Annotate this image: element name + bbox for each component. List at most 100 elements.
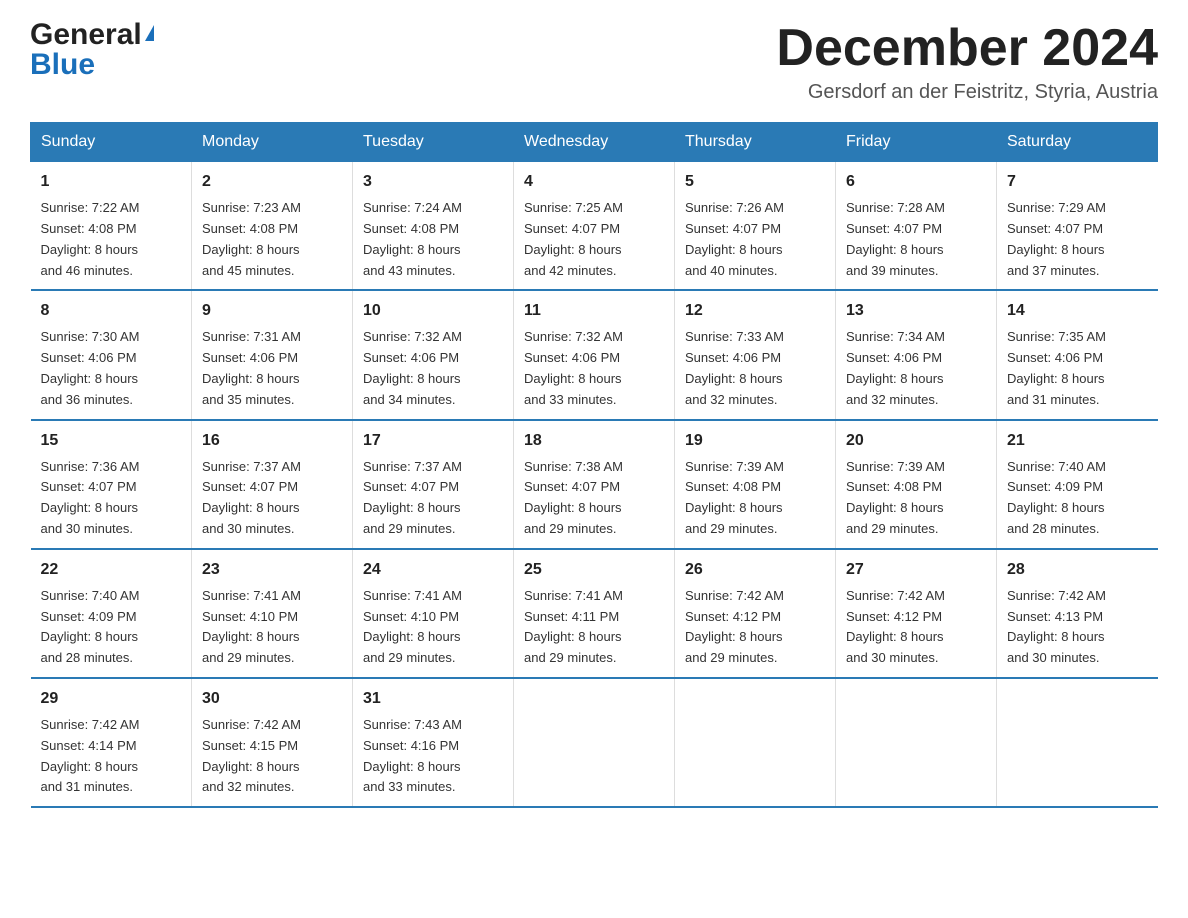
calendar-cell: 12 Sunrise: 7:33 AMSunset: 4:06 PMDayligh… [675,290,836,419]
day-info: Sunrise: 7:40 AMSunset: 4:09 PMDaylight:… [41,588,140,665]
day-number: 11 [524,299,664,323]
day-info: Sunrise: 7:41 AMSunset: 4:10 PMDaylight:… [363,588,462,665]
day-info: Sunrise: 7:37 AMSunset: 4:07 PMDaylight:… [202,459,301,536]
calendar-cell: 6Sunrise: 7:28 AMSunset: 4:07 PMDaylight… [836,162,997,291]
day-number: 7 [1007,170,1148,194]
calendar-cell: 7 Sunrise: 7:29 AMSunset: 4:07 PMDaylight… [997,162,1158,291]
calendar-cell: 9 Sunrise: 7:31 AMSunset: 4:06 PMDaylight… [192,290,353,419]
day-number: 20 [846,429,986,453]
day-info: Sunrise: 7:34 AMSunset: 4:06 PMDaylight:… [846,329,945,406]
day-info: Sunrise: 7:42 AMSunset: 4:13 PMDaylight:… [1007,588,1106,665]
day-number: 19 [685,429,825,453]
logo-line2: Blue [30,50,154,80]
month-title: December 2024 [776,20,1158,77]
calendar-week-row: 22 Sunrise: 7:40 AMSunset: 4:09 PMDayligh… [31,549,1158,678]
day-number: 1 [41,170,182,194]
calendar-cell: 18 Sunrise: 7:38 AMSunset: 4:07 PMDayligh… [514,420,675,549]
calendar-cell: 2Sunrise: 7:23 AMSunset: 4:08 PMDaylight… [192,162,353,291]
day-number: 22 [41,558,182,582]
day-info: Sunrise: 7:30 AMSunset: 4:06 PMDaylight:… [41,329,140,406]
calendar-cell [514,678,675,807]
day-number: 23 [202,558,342,582]
calendar-week-row: 15Sunrise: 7:36 AMSunset: 4:07 PMDayligh… [31,420,1158,549]
day-info: Sunrise: 7:29 AMSunset: 4:07 PMDaylight:… [1007,200,1106,277]
day-number: 9 [202,299,342,323]
day-number: 8 [41,299,182,323]
day-info: Sunrise: 7:31 AMSunset: 4:06 PMDaylight:… [202,329,301,406]
day-info: Sunrise: 7:23 AMSunset: 4:08 PMDaylight:… [202,200,301,277]
calendar-cell: 13Sunrise: 7:34 AMSunset: 4:06 PMDayligh… [836,290,997,419]
day-number: 26 [685,558,825,582]
day-number: 30 [202,687,342,711]
day-info: Sunrise: 7:38 AMSunset: 4:07 PMDaylight:… [524,459,623,536]
day-info: Sunrise: 7:33 AMSunset: 4:06 PMDaylight:… [685,329,784,406]
title-area: December 2024 Gersdorf an der Feistritz,… [776,20,1158,104]
column-header-friday: Friday [836,123,997,162]
column-header-thursday: Thursday [675,123,836,162]
day-info: Sunrise: 7:42 AMSunset: 4:12 PMDaylight:… [846,588,945,665]
calendar-cell: 27 Sunrise: 7:42 AMSunset: 4:12 PMDayligh… [836,549,997,678]
calendar-cell: 25 Sunrise: 7:41 AMSunset: 4:11 PMDayligh… [514,549,675,678]
calendar-header-row: SundayMondayTuesdayWednesdayThursdayFrid… [31,123,1158,162]
calendar-cell: 5 Sunrise: 7:26 AMSunset: 4:07 PMDaylight… [675,162,836,291]
day-info: Sunrise: 7:40 AMSunset: 4:09 PMDaylight:… [1007,459,1106,536]
day-info: Sunrise: 7:37 AMSunset: 4:07 PMDaylight:… [363,459,462,536]
calendar-week-row: 29Sunrise: 7:42 AMSunset: 4:14 PMDayligh… [31,678,1158,807]
day-info: Sunrise: 7:22 AMSunset: 4:08 PMDaylight:… [41,200,140,277]
calendar-cell: 10 Sunrise: 7:32 AMSunset: 4:06 PMDayligh… [353,290,514,419]
day-number: 29 [41,687,182,711]
calendar-cell: 29Sunrise: 7:42 AMSunset: 4:14 PMDayligh… [31,678,192,807]
day-number: 21 [1007,429,1148,453]
day-number: 3 [363,170,503,194]
day-number: 16 [202,429,342,453]
calendar-week-row: 1 Sunrise: 7:22 AMSunset: 4:08 PMDaylight… [31,162,1158,291]
calendar-cell: 23 Sunrise: 7:41 AMSunset: 4:10 PMDayligh… [192,549,353,678]
day-number: 12 [685,299,825,323]
calendar-cell: 8 Sunrise: 7:30 AMSunset: 4:06 PMDaylight… [31,290,192,419]
day-info: Sunrise: 7:35 AMSunset: 4:06 PMDaylight:… [1007,329,1106,406]
day-info: Sunrise: 7:32 AMSunset: 4:06 PMDaylight:… [363,329,462,406]
calendar-cell: 3 Sunrise: 7:24 AMSunset: 4:08 PMDaylight… [353,162,514,291]
day-info: Sunrise: 7:28 AMSunset: 4:07 PMDaylight:… [846,200,945,277]
calendar-cell: 21 Sunrise: 7:40 AMSunset: 4:09 PMDayligh… [997,420,1158,549]
day-info: Sunrise: 7:39 AMSunset: 4:08 PMDaylight:… [685,459,784,536]
day-info: Sunrise: 7:39 AMSunset: 4:08 PMDaylight:… [846,459,945,536]
calendar-cell [675,678,836,807]
calendar-cell: 28 Sunrise: 7:42 AMSunset: 4:13 PMDayligh… [997,549,1158,678]
day-info: Sunrise: 7:42 AMSunset: 4:12 PMDaylight:… [685,588,784,665]
calendar-table: SundayMondayTuesdayWednesdayThursdayFrid… [30,122,1158,808]
day-number: 27 [846,558,986,582]
day-info: Sunrise: 7:26 AMSunset: 4:07 PMDaylight:… [685,200,784,277]
day-info: Sunrise: 7:41 AMSunset: 4:10 PMDaylight:… [202,588,301,665]
page-header: General Blue December 2024 Gersdorf an d… [30,20,1158,104]
day-number: 4 [524,170,664,194]
column-header-sunday: Sunday [31,123,192,162]
day-info: Sunrise: 7:25 AMSunset: 4:07 PMDaylight:… [524,200,623,277]
day-info: Sunrise: 7:32 AMSunset: 4:06 PMDaylight:… [524,329,623,406]
day-number: 17 [363,429,503,453]
calendar-cell: 16 Sunrise: 7:37 AMSunset: 4:07 PMDayligh… [192,420,353,549]
location-subtitle: Gersdorf an der Feistritz, Styria, Austr… [776,81,1158,104]
calendar-cell [836,678,997,807]
day-number: 5 [685,170,825,194]
calendar-cell: 15Sunrise: 7:36 AMSunset: 4:07 PMDayligh… [31,420,192,549]
day-number: 15 [41,429,182,453]
logo-triangle-icon [145,25,154,41]
day-number: 25 [524,558,664,582]
day-info: Sunrise: 7:24 AMSunset: 4:08 PMDaylight:… [363,200,462,277]
calendar-cell: 30 Sunrise: 7:42 AMSunset: 4:15 PMDayligh… [192,678,353,807]
day-number: 18 [524,429,664,453]
day-info: Sunrise: 7:41 AMSunset: 4:11 PMDaylight:… [524,588,623,665]
calendar-cell: 1 Sunrise: 7:22 AMSunset: 4:08 PMDaylight… [31,162,192,291]
day-number: 10 [363,299,503,323]
day-number: 24 [363,558,503,582]
calendar-cell: 14 Sunrise: 7:35 AMSunset: 4:06 PMDayligh… [997,290,1158,419]
day-number: 14 [1007,299,1148,323]
day-number: 28 [1007,558,1148,582]
calendar-cell: 31Sunrise: 7:43 AMSunset: 4:16 PMDayligh… [353,678,514,807]
day-info: Sunrise: 7:43 AMSunset: 4:16 PMDaylight:… [363,717,462,794]
column-header-wednesday: Wednesday [514,123,675,162]
calendar-cell: 11 Sunrise: 7:32 AMSunset: 4:06 PMDayligh… [514,290,675,419]
calendar-cell [997,678,1158,807]
day-info: Sunrise: 7:42 AMSunset: 4:15 PMDaylight:… [202,717,301,794]
